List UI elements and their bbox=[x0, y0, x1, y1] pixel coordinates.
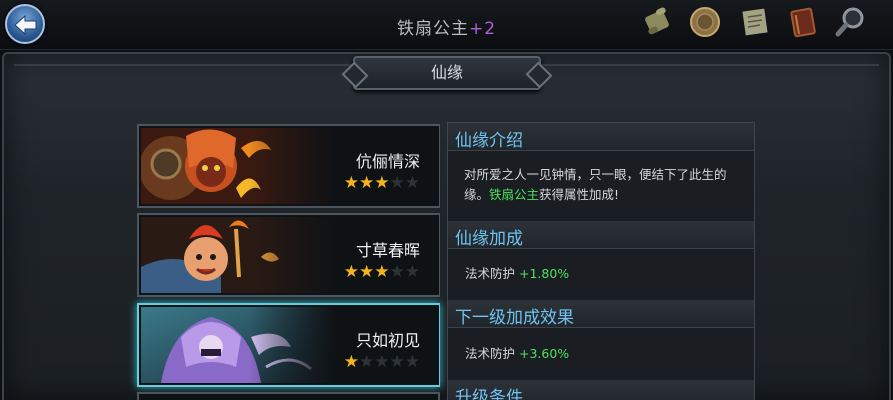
next-bonus-header: 下一级加成效果 bbox=[448, 300, 754, 328]
star-rating: ★★★★★ bbox=[344, 352, 420, 372]
star-filled-icon: ★ bbox=[374, 173, 390, 193]
bonus-stat: 法术防护 +1.80% bbox=[465, 263, 569, 282]
next-bonus-stat: 法术防护 +3.60% bbox=[465, 343, 569, 362]
star-filled-icon: ★ bbox=[359, 173, 375, 193]
bonus-header: 仙缘加成 bbox=[448, 221, 754, 249]
upgrade-title: 升级条件 bbox=[455, 388, 523, 400]
fate-card[interactable]: 寸草春晖 ★★★★★ bbox=[137, 213, 440, 297]
section-title-banner: 仙缘 bbox=[353, 56, 541, 90]
hero-level: +2 bbox=[468, 19, 497, 39]
intro-header: 仙缘介绍 bbox=[448, 123, 754, 151]
intro-text-suffix: 获得属性加成! bbox=[539, 187, 620, 202]
intro-description: 对所爱之人一见钟情，只一眼，便结下了此生的缘。铁扇公主获得属性加成! bbox=[464, 165, 744, 205]
map-icon[interactable] bbox=[738, 5, 772, 39]
upgrade-header: 升级条件 bbox=[448, 380, 754, 400]
bonus-label: 法术防护 bbox=[465, 266, 516, 281]
fate-name: 寸草春晖 bbox=[355, 241, 420, 260]
medal-icon[interactable] bbox=[688, 5, 722, 39]
hero-name-highlight: 铁扇公主 bbox=[489, 187, 540, 202]
star-filled-icon: ★ bbox=[343, 352, 359, 372]
next-bonus-value: +3.60% bbox=[519, 346, 570, 361]
bonus-value: +1.80% bbox=[519, 266, 570, 281]
star-empty-icon: ★ bbox=[389, 262, 405, 282]
star-empty-icon: ★ bbox=[359, 352, 375, 372]
fate-card[interactable] bbox=[137, 392, 440, 400]
star-empty-icon: ★ bbox=[374, 352, 390, 372]
star-filled-icon: ★ bbox=[359, 262, 375, 282]
star-empty-icon: ★ bbox=[404, 173, 420, 193]
star-filled-icon: ★ bbox=[343, 173, 359, 193]
intro-title: 仙缘介绍 bbox=[455, 131, 523, 151]
book-icon[interactable] bbox=[786, 5, 820, 39]
top-bar: 铁扇公主+2 bbox=[0, 0, 893, 50]
hero-name: 铁扇公主 bbox=[396, 19, 469, 39]
fate-info-panel: 仙缘介绍 对所爱之人一见钟情，只一眼，便结下了此生的缘。铁扇公主获得属性加成! … bbox=[447, 122, 755, 400]
star-empty-icon: ★ bbox=[404, 352, 420, 372]
magnifier-icon[interactable] bbox=[834, 5, 868, 39]
bonus-title: 仙缘加成 bbox=[455, 229, 523, 249]
next-bonus-label: 法术防护 bbox=[465, 346, 516, 361]
scroll-icon[interactable] bbox=[640, 5, 674, 39]
star-filled-icon: ★ bbox=[343, 262, 359, 282]
fate-card[interactable]: 伉俪情深 ★★★★★ bbox=[137, 124, 440, 208]
section-title: 仙缘 bbox=[430, 63, 463, 82]
fate-name: 伉俪情深 bbox=[355, 152, 420, 171]
next-bonus-title: 下一级加成效果 bbox=[455, 308, 574, 328]
star-filled-icon: ★ bbox=[374, 262, 390, 282]
star-empty-icon: ★ bbox=[389, 352, 405, 372]
star-empty-icon: ★ bbox=[389, 173, 405, 193]
star-rating: ★★★★★ bbox=[344, 262, 420, 282]
fate-name: 只如初见 bbox=[355, 331, 420, 350]
fate-card-selected[interactable]: 只如初见 ★★★★★ bbox=[137, 303, 440, 387]
star-rating: ★★★★★ bbox=[344, 173, 420, 193]
star-empty-icon: ★ bbox=[404, 262, 420, 282]
